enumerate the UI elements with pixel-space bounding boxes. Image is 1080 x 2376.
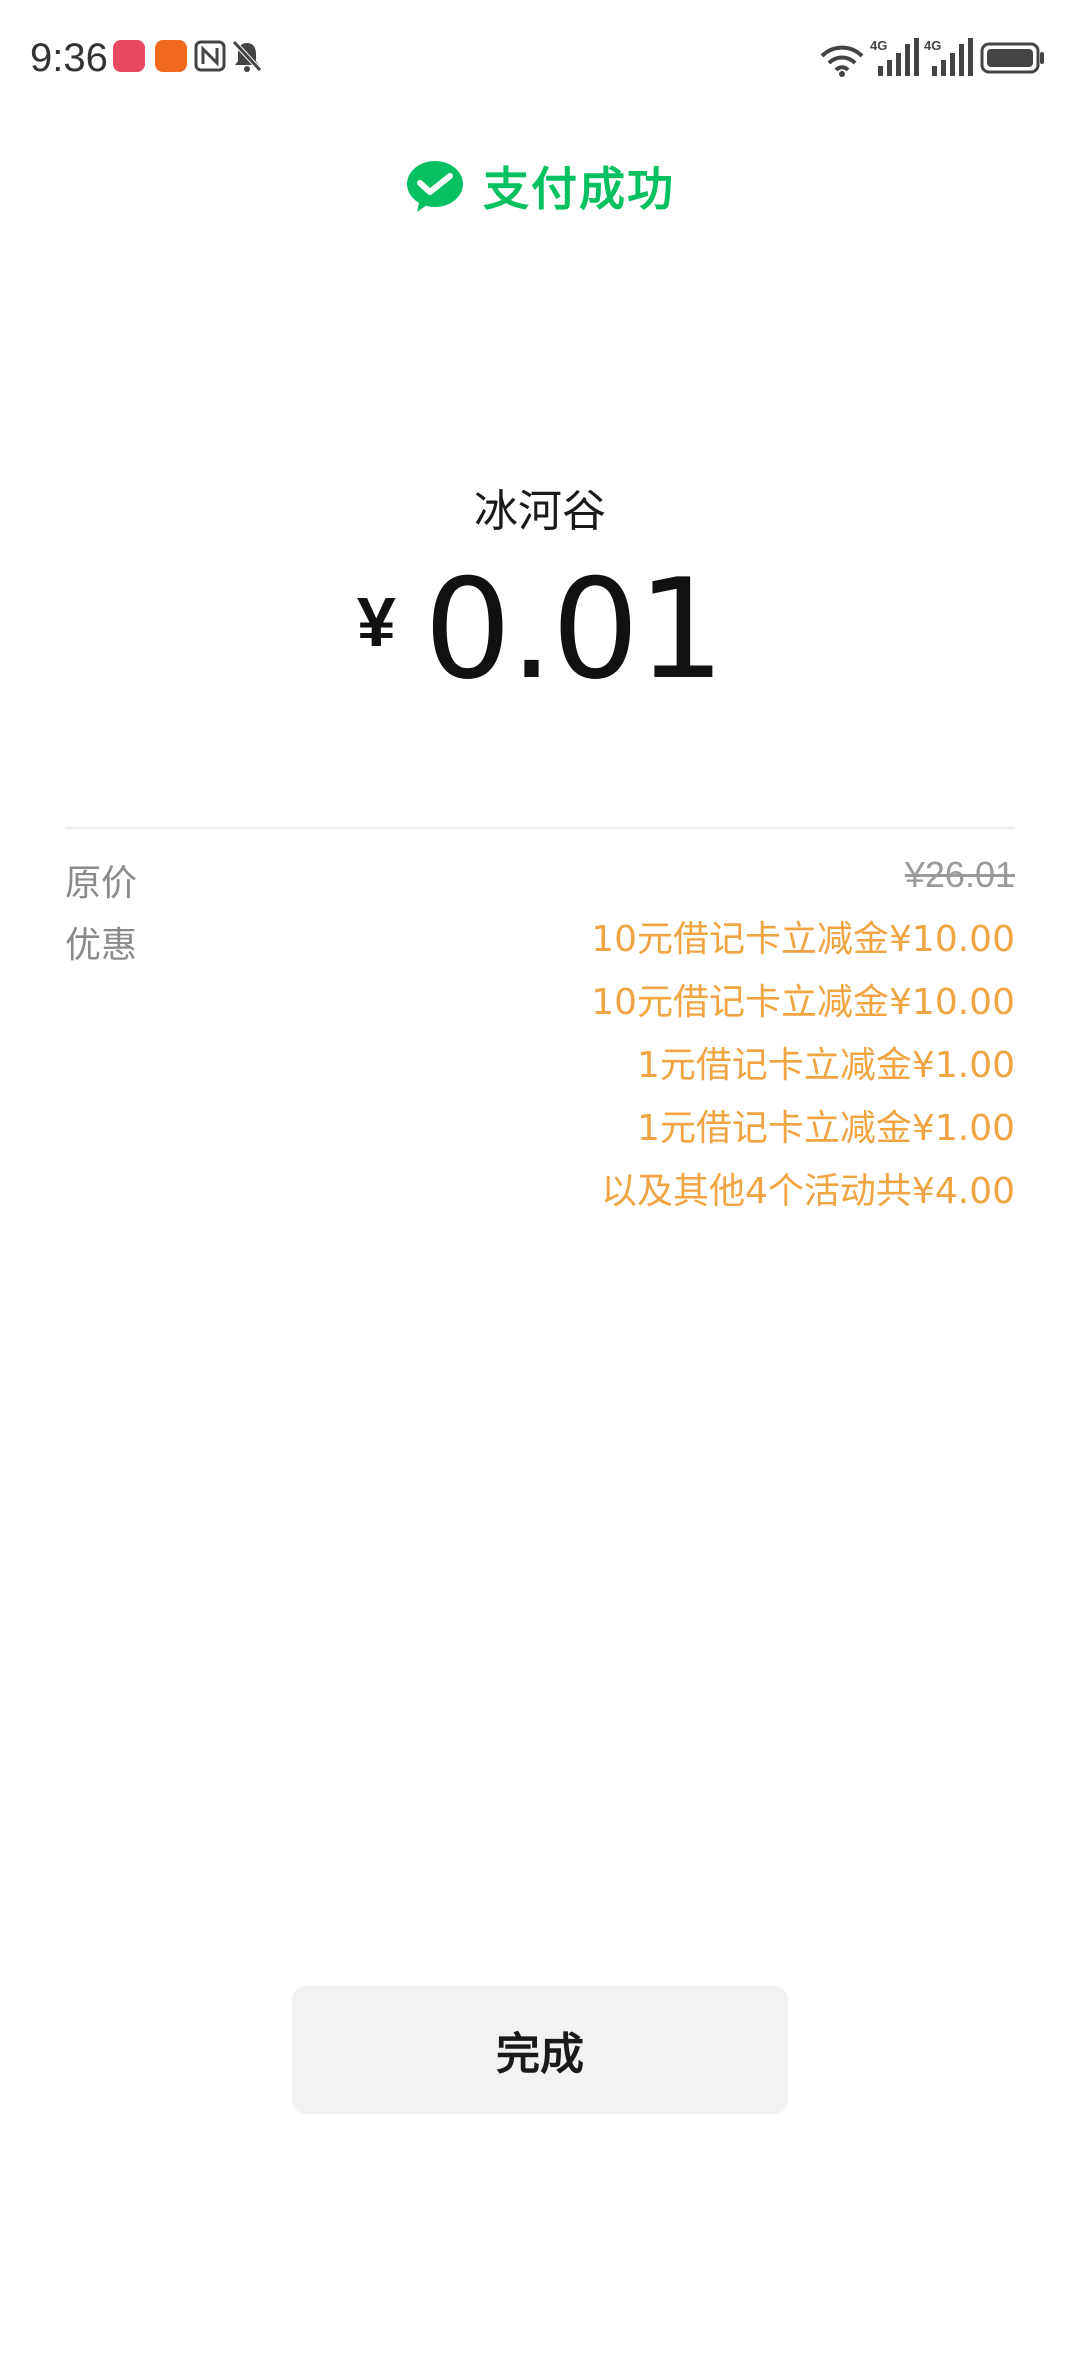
discount-item: 10元借记卡立减金¥10.00 xyxy=(591,919,1015,960)
status-time: 9:36 xyxy=(30,36,108,80)
status-bar: 9:36 4G 4G xyxy=(0,0,1080,118)
discount-summary: 以及其他4个活动共¥4.00 xyxy=(601,1171,1015,1212)
wechat-pay-icon xyxy=(407,161,463,212)
network-type-label: 4G xyxy=(870,38,887,53)
original-price-label: 原价 xyxy=(65,863,138,904)
payment-amount: ¥ 0.01 xyxy=(0,560,1080,700)
done-button-label: 完成 xyxy=(496,2029,584,2080)
page-title: 支付成功 xyxy=(483,162,675,216)
battery-icon xyxy=(980,42,1044,74)
done-button[interactable]: 完成 xyxy=(292,1986,788,2114)
app-notification-icon xyxy=(113,40,145,72)
discount-item: 10元借记卡立减金¥10.00 xyxy=(591,982,1015,1023)
payment-success-header: 支付成功 xyxy=(0,150,1080,222)
cellular-signal-icon: 4G xyxy=(870,38,919,76)
merchant-name: 冰河谷 xyxy=(474,486,606,537)
payment-success-screen: 9:36 4G 4G 支付成功 冰河谷 ¥ 0.01 原价 ¥26.01 优惠 … xyxy=(0,0,1080,2376)
discount-item: 1元借记卡立减金¥1.00 xyxy=(637,1045,1015,1086)
currency-symbol: ¥ xyxy=(356,583,396,661)
original-price-value: ¥26.01 xyxy=(904,854,1015,895)
cellular-signal-icon: 4G xyxy=(924,38,973,76)
wifi-icon xyxy=(820,45,864,77)
bell-muted-icon xyxy=(232,40,262,72)
nfc-icon xyxy=(194,40,226,72)
discount-row: 优惠 10元借记卡立减金¥10.00 10元借记卡立减金¥10.00 1元借记卡… xyxy=(65,916,1015,1246)
amount-value: 0.01 xyxy=(423,549,725,710)
network-type-label: 4G xyxy=(924,38,941,53)
divider xyxy=(65,827,1015,829)
discount-label: 优惠 xyxy=(65,925,138,966)
discount-item: 1元借记卡立减金¥1.00 xyxy=(637,1108,1015,1149)
original-price-row: 原价 ¥26.01 xyxy=(65,854,1015,904)
discount-list: 10元借记卡立减金¥10.00 10元借记卡立减金¥10.00 1元借记卡立减金… xyxy=(591,916,1015,1231)
app-notification-icon xyxy=(155,40,187,72)
